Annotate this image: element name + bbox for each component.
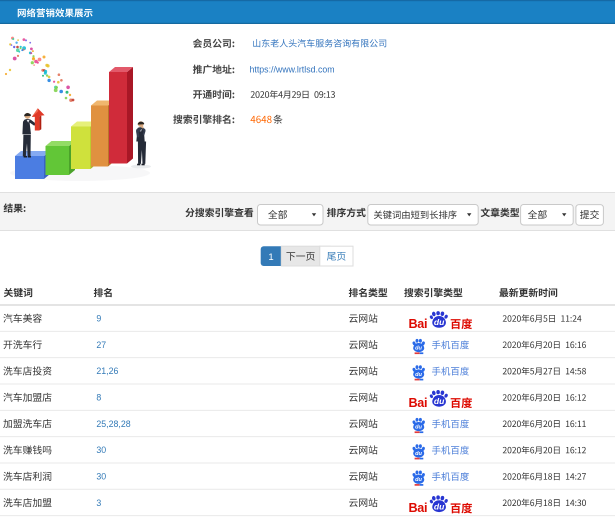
svg-text:du: du bbox=[415, 477, 422, 483]
svg-text:3: 3 bbox=[96, 498, 101, 508]
svg-text:du: du bbox=[415, 372, 422, 378]
svg-text:21,26: 21,26 bbox=[96, 366, 118, 376]
svg-text:30: 30 bbox=[96, 445, 106, 455]
svg-text:Bai: Bai bbox=[409, 501, 428, 515]
svg-text:1: 1 bbox=[268, 252, 273, 263]
svg-text:du: du bbox=[415, 425, 422, 431]
svg-text:du: du bbox=[434, 501, 445, 511]
svg-text:25,28,28: 25,28,28 bbox=[96, 419, 130, 429]
svg-text:du: du bbox=[434, 396, 445, 406]
svg-text:du: du bbox=[415, 451, 422, 457]
svg-text:9: 9 bbox=[96, 314, 101, 324]
svg-text:https://www.lrtlsd.com: https://www.lrtlsd.com bbox=[250, 65, 335, 75]
svg-text:Bai: Bai bbox=[409, 317, 428, 331]
svg-text:du: du bbox=[434, 317, 445, 327]
svg-text:8: 8 bbox=[96, 393, 101, 403]
svg-text:du: du bbox=[415, 346, 422, 352]
svg-text:27: 27 bbox=[96, 340, 106, 350]
svg-text:Bai: Bai bbox=[409, 396, 428, 410]
svg-text:30: 30 bbox=[96, 472, 106, 482]
